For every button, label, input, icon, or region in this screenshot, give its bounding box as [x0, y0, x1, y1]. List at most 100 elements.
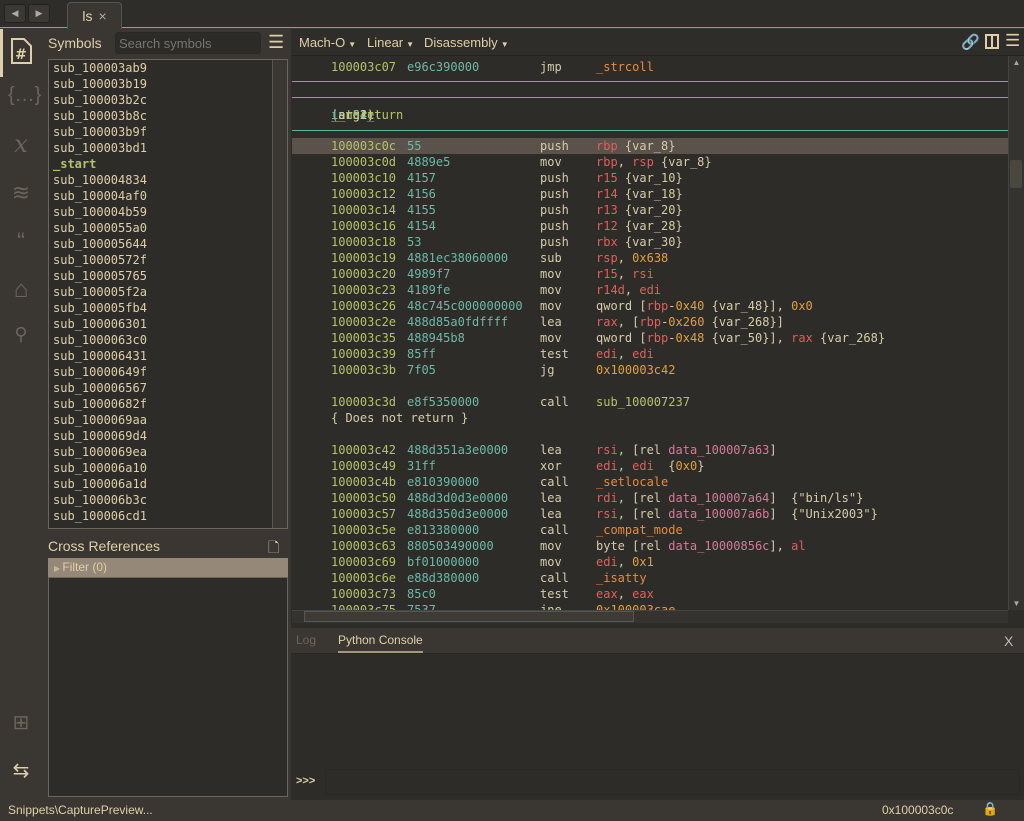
instruction-row[interactable]: 100003c14 4155 push r13 {var_20}	[292, 202, 1008, 218]
instruction-row[interactable]: 100003c0c 55 push rbp {var_8}	[292, 138, 1008, 154]
operand-token[interactable]: 0x100003cae	[596, 603, 675, 610]
vertical-scrollbar[interactable]: ▲ ▼	[1008, 56, 1024, 610]
symbol-item[interactable]: sub_100006cd1	[49, 508, 287, 524]
symbol-item[interactable]: sub_100003bd1	[49, 140, 287, 156]
operand-token[interactable]: r15	[596, 267, 618, 281]
operand-token[interactable]: rbp	[596, 139, 618, 153]
operand-token[interactable]: _strcoll	[596, 60, 654, 74]
instruction-row[interactable]: 100003c12 4156 push r14 {var_18}	[292, 186, 1008, 202]
instruction-row[interactable]: 100003c10 4157 push r15 {var_10}	[292, 170, 1008, 186]
instruction-row[interactable]: 100003c75 7537 jne 0x100003cae	[292, 602, 1008, 610]
instruction-row[interactable]: 100003c07 e96c390000 jmp _strcoll	[292, 59, 1008, 75]
xref-filter[interactable]: ▶ Filter (0)	[48, 558, 288, 577]
operand-token[interactable]: _compat_mode	[596, 523, 683, 537]
operand-token[interactable]: 0x1	[632, 555, 654, 569]
symbol-list-scrollbar[interactable]	[272, 60, 287, 528]
link-icon[interactable]: 🔗	[961, 33, 980, 51]
instruction-row[interactable]: 100003c73 85c0 test eax, eax	[292, 586, 1008, 602]
symbol-item[interactable]: sub_100005fb4	[49, 300, 287, 316]
hamburger-menu-icon[interactable]: ☰	[268, 32, 284, 53]
symbol-item[interactable]: sub_1000069d4	[49, 428, 287, 444]
symbol-item[interactable]: sub_100003b9f	[49, 124, 287, 140]
operand-token[interactable]: rdi	[596, 491, 618, 505]
instruction-row[interactable]: 100003c63 880503490000 mov byte [rel data_1…	[292, 538, 1008, 554]
symbol-item[interactable]: sub_100006b3c	[49, 492, 287, 508]
operand-token[interactable]: eax	[596, 587, 618, 601]
operand-token[interactable]: rbx	[596, 235, 618, 249]
operand-token[interactable]: _isatty	[596, 571, 647, 585]
operand-token[interactable]: _setlocale	[596, 475, 668, 489]
tab-log[interactable]: Log	[296, 633, 316, 647]
layout-dropdown[interactable]: Linear ▼	[367, 35, 414, 50]
operand-token[interactable]: rbp	[647, 331, 669, 345]
instruction-row[interactable]: 100003c6e e88d380000 call _isatty	[292, 570, 1008, 586]
symbol-item[interactable]: sub_100006567	[49, 380, 287, 396]
disassembly-view[interactable]: 100003c07 e96c390000 jmp _strcoll int64_t _…	[292, 56, 1008, 610]
operand-token[interactable]: rax	[791, 331, 813, 345]
instruction-row[interactable]: 100003c18 53 push rbx {var_30}	[292, 234, 1008, 250]
symbol-item[interactable]: sub_100003b8c	[49, 108, 287, 124]
lock-icon[interactable]: 🔒	[982, 801, 998, 817]
symbol-item[interactable]: sub_10000649f	[49, 364, 287, 380]
symbol-item[interactable]: sub_100003ab9	[49, 60, 287, 76]
operand-token[interactable]: 0x0	[791, 299, 813, 313]
instruction-row[interactable]: 100003c49 31ff xor edi, edi {0x0}	[292, 458, 1008, 474]
operand-token[interactable]: data_10000856c	[668, 539, 769, 553]
operand-token[interactable]: 0x638	[632, 251, 668, 265]
instruction-row[interactable]: 100003c3b 7f05 jg 0x100003c42	[292, 362, 1008, 378]
operand-token[interactable]: rbp	[639, 315, 661, 329]
layers-icon[interactable]: ≋	[8, 180, 34, 210]
instruction-row[interactable]: 100003c42 488d351a3e0000 lea rsi, [rel data…	[292, 442, 1008, 458]
operand-token[interactable]: r12	[596, 219, 618, 233]
tab-python-console[interactable]: Python Console	[338, 633, 423, 653]
split-view-icon[interactable]	[985, 34, 999, 49]
instruction-row[interactable]: 100003c19 4881ec38060000 sub rsp, 0x638	[292, 250, 1008, 266]
operand-token[interactable]: rsp	[596, 251, 618, 265]
symbol-item[interactable]: sub_100005765	[49, 268, 287, 284]
symbol-item[interactable]: sub_100006431	[49, 348, 287, 364]
operand-token[interactable]: al	[791, 539, 805, 553]
operand-token[interactable]: sub_100007237	[596, 395, 690, 409]
operand-token[interactable]: rbp	[647, 299, 669, 313]
operand-token[interactable]: data_100007a64	[668, 491, 769, 505]
operand-token[interactable]: rsi	[596, 443, 618, 457]
instruction-row[interactable]: 100003c3d e8f5350000 call sub_100007237	[292, 394, 1008, 410]
symbol-item[interactable]: sub_10000572f	[49, 252, 287, 268]
operand-token[interactable]: rax	[596, 315, 618, 329]
view-type-dropdown[interactable]: Mach-O ▼	[299, 35, 356, 50]
symbol-item[interactable]: sub_1000063c0	[49, 332, 287, 348]
instruction-row[interactable]: 100003c35 488945b8 mov qword [rbp-0x48 {var…	[292, 330, 1008, 346]
instruction-row[interactable]: 100003c57 488d350d3e0000 lea rsi, [rel data…	[292, 506, 1008, 522]
instruction-row[interactable]: 100003c26 48c745c000000000 mov qword [rbp-0…	[292, 298, 1008, 314]
close-tab-icon[interactable]: ×	[98, 8, 106, 24]
operand-token[interactable]: edi	[632, 347, 654, 361]
operand-token[interactable]: 0x40	[676, 299, 705, 313]
operand-token[interactable]: r14	[596, 187, 618, 201]
operand-token[interactable]: edi	[596, 347, 618, 361]
variables-icon[interactable]: x	[8, 130, 34, 160]
symbol-item[interactable]: sub_1000069ea	[49, 444, 287, 460]
vertical-scroll-thumb[interactable]	[1010, 160, 1022, 188]
operand-token[interactable]: r15	[596, 171, 618, 185]
instruction-row[interactable]: 100003c23 4189fe mov r14d, edi	[292, 282, 1008, 298]
instruction-row[interactable]: 100003c2e 488d85a0fdffff lea rax, [rbp-0x26…	[292, 314, 1008, 330]
forward-button[interactable]: ▶	[28, 4, 50, 23]
tab-ls[interactable]: ls ×	[67, 2, 122, 29]
instruction-row[interactable]: 100003c5e e813380000 call _compat_mode	[292, 522, 1008, 538]
symbol-item[interactable]: sub_100006301	[49, 316, 287, 332]
graph-icon[interactable]: ⊞	[8, 710, 34, 740]
symbol-item[interactable]: sub_100004834	[49, 172, 287, 188]
symbol-item[interactable]: sub_100006a1d	[49, 476, 287, 492]
view-menu-icon[interactable]: ☰	[1005, 31, 1020, 51]
instruction-row[interactable]: 100003c0d 4889e5 mov rbp, rsp {var_8}	[292, 154, 1008, 170]
instruction-row[interactable]: 100003c39 85ff test edi, edi	[292, 346, 1008, 362]
symbol-search-input[interactable]	[115, 32, 261, 54]
symbol-item[interactable]: sub_100003b19	[49, 76, 287, 92]
close-panel-icon[interactable]: X	[1004, 633, 1013, 649]
horizontal-scroll-thumb[interactable]	[304, 611, 634, 622]
operand-token[interactable]: r13	[596, 203, 618, 217]
types-icon[interactable]: {…}	[8, 84, 41, 114]
mode-dropdown[interactable]: Disassembly ▼	[424, 35, 509, 50]
symbol-item[interactable]: sub_1000055a0	[49, 220, 287, 236]
operand-token[interactable]: edi	[639, 283, 661, 297]
